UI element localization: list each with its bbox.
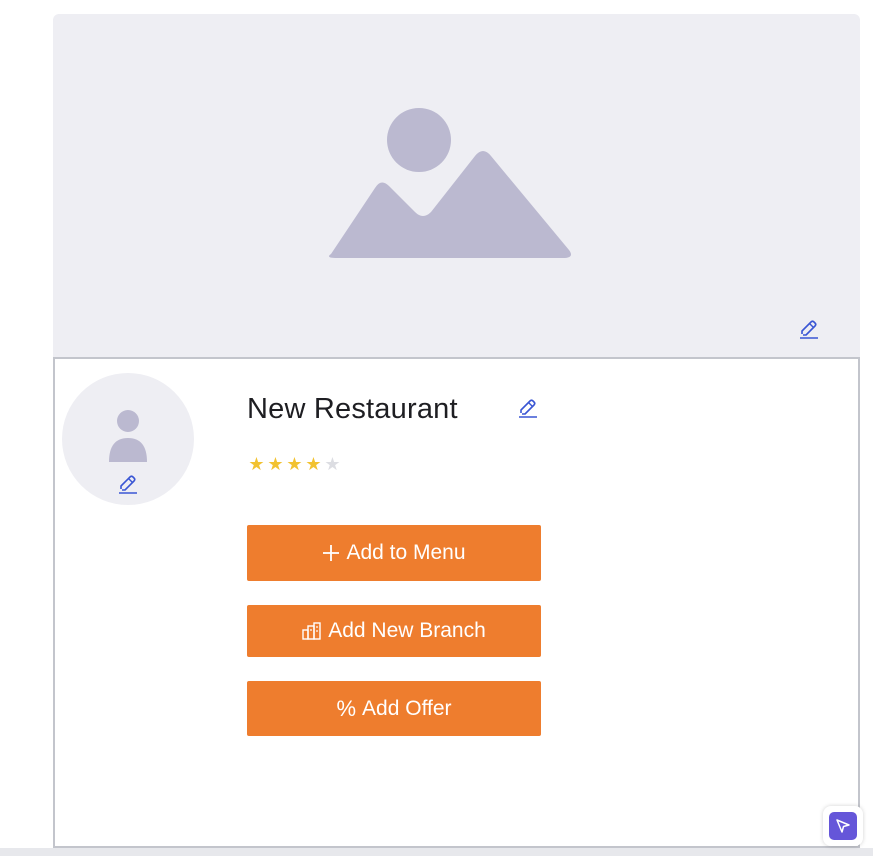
restaurant-profile-card: New Restaurant ★ ★ ★ ★ ★ Add to Menu Add…: [53, 14, 860, 848]
star-icon: ★: [305, 454, 322, 474]
cursor-arrow-icon: [836, 819, 850, 833]
plus-icon: [322, 544, 340, 562]
star-icon: ★: [286, 454, 303, 474]
building-icon: [302, 622, 322, 640]
percent-icon: %: [336, 695, 357, 721]
star-icon: ★: [248, 454, 265, 474]
star-icon: ★: [324, 454, 341, 474]
star-icon: ★: [267, 454, 284, 474]
horizontal-scrollbar[interactable]: [0, 848, 873, 856]
add-to-menu-label: Add to Menu: [346, 541, 466, 564]
add-offer-button[interactable]: % Add Offer: [247, 681, 541, 736]
add-new-branch-button[interactable]: Add New Branch: [247, 605, 541, 657]
star-rating: ★ ★ ★ ★ ★: [247, 454, 342, 474]
user-placeholder-icon: [109, 410, 147, 462]
add-to-menu-button[interactable]: Add to Menu: [247, 525, 541, 581]
cover-image-area: [53, 14, 860, 357]
edit-avatar-pencil-icon[interactable]: [117, 473, 139, 495]
add-new-branch-label: Add New Branch: [328, 619, 486, 642]
floating-pointer-button[interactable]: [823, 806, 863, 846]
fab-inner: [829, 812, 857, 840]
edit-name-pencil-icon[interactable]: [517, 397, 539, 419]
page: New Restaurant ★ ★ ★ ★ ★ Add to Menu Add…: [0, 0, 873, 856]
restaurant-name: New Restaurant: [247, 393, 458, 425]
image-placeholder-icon: [329, 108, 571, 258]
avatar: [62, 373, 194, 505]
add-offer-label: Add Offer: [362, 696, 452, 720]
edit-cover-pencil-icon[interactable]: [798, 318, 820, 340]
restaurant-info-panel: New Restaurant ★ ★ ★ ★ ★ Add to Menu Add…: [53, 357, 860, 848]
